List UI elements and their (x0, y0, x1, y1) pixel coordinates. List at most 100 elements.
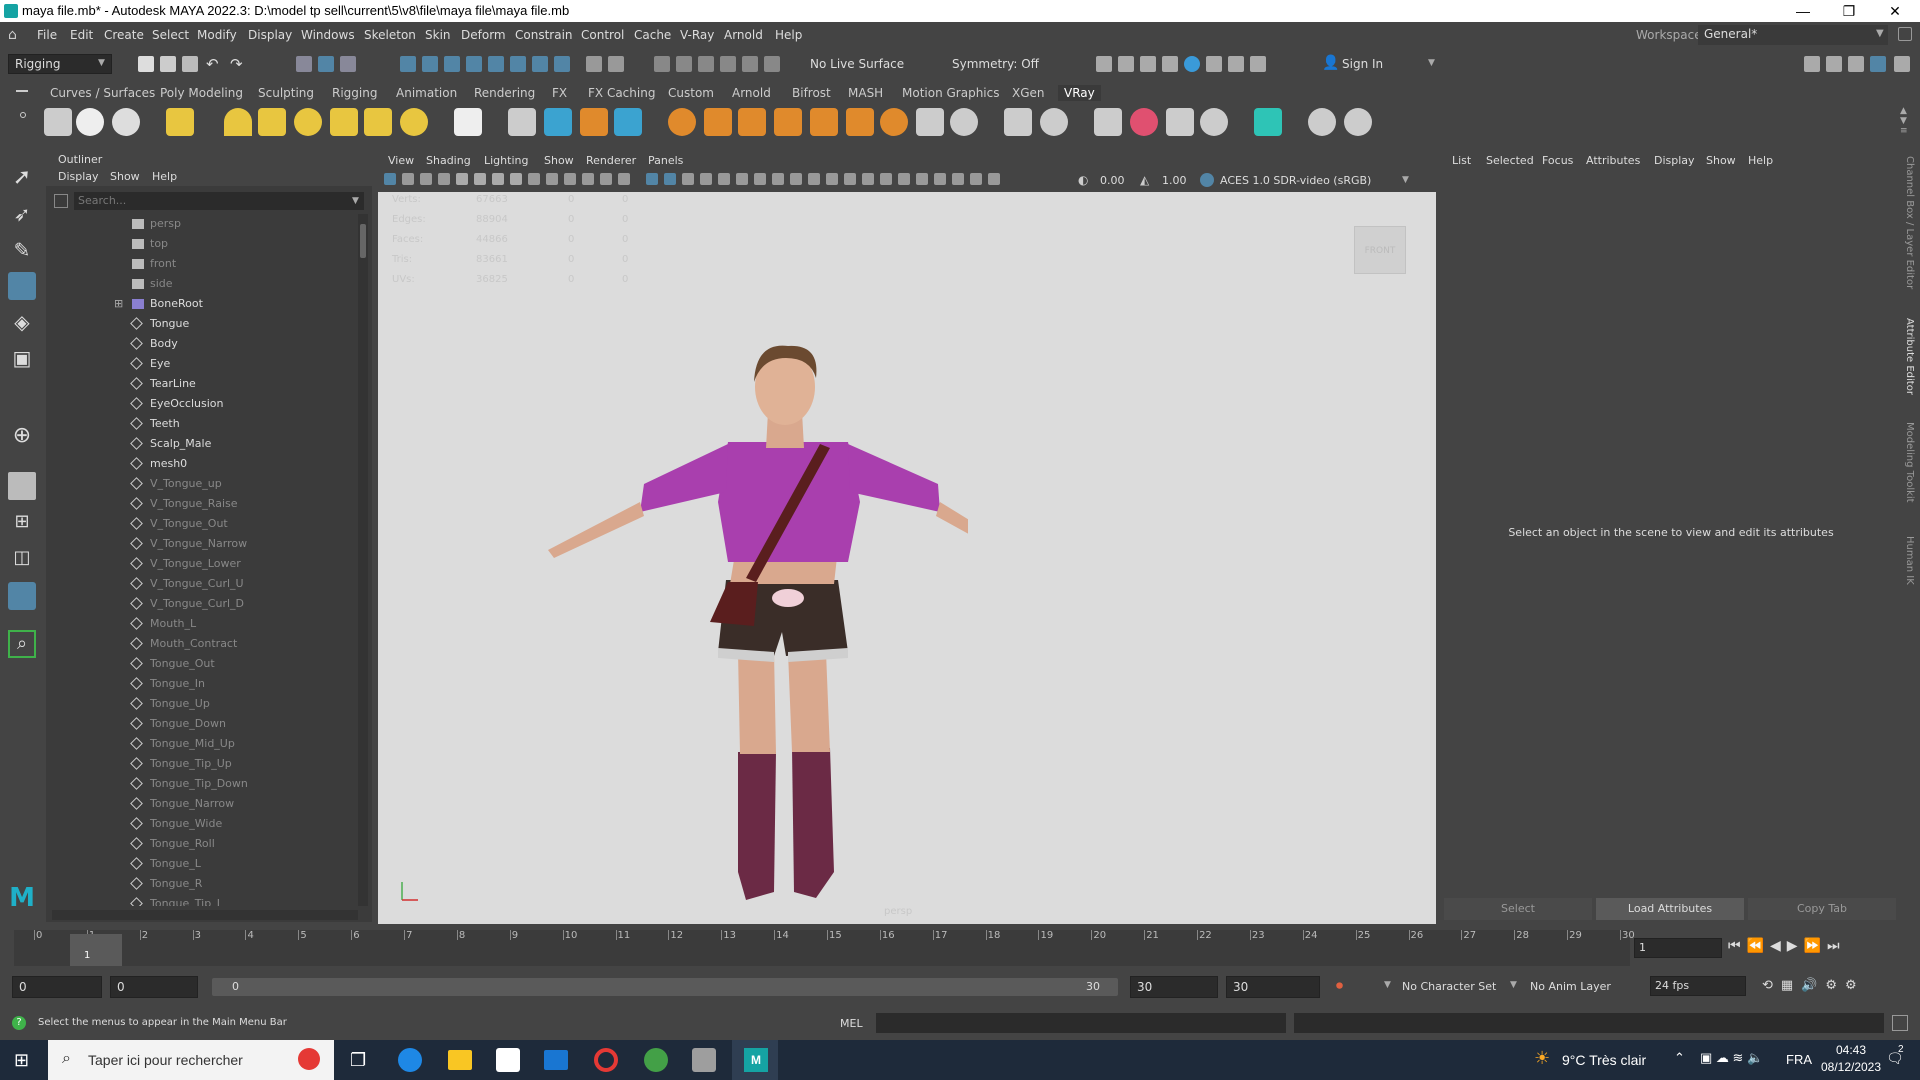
viewport-tool-icon[interactable] (754, 173, 766, 185)
viewport-tool-icon[interactable] (528, 173, 540, 185)
outliner-item[interactable]: V_Tongue_up (46, 474, 346, 494)
snap-point-icon[interactable] (444, 56, 460, 72)
tab-xgen[interactable]: XGen (1010, 86, 1047, 100)
viewport-tool-icon[interactable] (646, 173, 658, 185)
gamma-value[interactable]: 1.00 (1162, 174, 1187, 187)
time-slider[interactable]: 0123456789101112131415161718192021222324… (0, 930, 1920, 970)
viewport-tool-icon[interactable] (934, 173, 946, 185)
viewport-tool-icon[interactable] (772, 173, 784, 185)
vray-scatter-icon[interactable] (774, 108, 802, 136)
vray-pie-icon[interactable] (880, 108, 908, 136)
make-live-icon[interactable] (510, 56, 526, 72)
snap-curve-icon[interactable] (422, 56, 438, 72)
vray-ipr-icon[interactable] (112, 108, 140, 136)
tab-motion-graphics[interactable]: Motion Graphics (900, 86, 1002, 100)
outliner-item[interactable]: Tongue_Mid_Up (46, 734, 346, 754)
task-view-icon[interactable]: ❐ (350, 1050, 366, 1071)
expand-icon[interactable]: ⊞ (114, 294, 123, 314)
snap-grid-icon[interactable] (400, 56, 416, 72)
workspace-dropdown[interactable]: General* (1698, 25, 1888, 45)
outliner-item[interactable]: side (46, 274, 346, 294)
viewport-tool-icon[interactable] (420, 173, 432, 185)
auto-key-icon[interactable]: ⏺ (1336, 978, 1343, 994)
vray-tool-icon[interactable] (916, 108, 944, 136)
store-icon[interactable] (496, 1048, 520, 1072)
menu-control[interactable]: Control (581, 28, 624, 42)
pause-icon[interactable] (1250, 56, 1266, 72)
vray-dome-light-icon[interactable] (224, 108, 252, 136)
menu-cache[interactable]: Cache (634, 28, 671, 42)
tab-fx-caching[interactable]: FX Caching (586, 86, 657, 100)
menu-select[interactable]: Select (152, 28, 189, 42)
outliner-item[interactable]: top (46, 234, 346, 254)
tray-icons[interactable]: ▣ ☁ ≋ 🔈 (1700, 1050, 1763, 1066)
modeling-toolkit-icon[interactable] (1804, 56, 1820, 72)
fps-dropdown[interactable]: 24 fps (1650, 976, 1746, 996)
viewport-tool-icon[interactable] (790, 173, 802, 185)
weather-text[interactable]: 9°C Très clair (1562, 1052, 1646, 1068)
menu-skeleton[interactable]: Skeleton (364, 28, 416, 42)
vray-render-icon[interactable] (1184, 56, 1200, 72)
outliner-item[interactable]: Tongue_Out (46, 654, 346, 674)
home-icon[interactable]: ⌂ (8, 28, 22, 42)
viewport-tool-icon[interactable] (988, 173, 1000, 185)
tab-modeling-toolkit[interactable]: Modeling Toolkit (1904, 422, 1915, 503)
outliner-item[interactable]: V_Tongue_Out (46, 514, 346, 534)
render-settings-2-icon[interactable] (1162, 56, 1178, 72)
workspace-lock-icon[interactable] (1898, 27, 1912, 41)
viewport-tool-icon[interactable] (474, 173, 486, 185)
tab-fx[interactable]: FX (550, 86, 569, 100)
attribute-editor-icon[interactable] (1826, 56, 1842, 72)
range-slider[interactable]: 0 30 (212, 978, 1118, 996)
shelf-menu-icon[interactable] (16, 90, 28, 92)
outliner-item[interactable]: Tongue_R (46, 874, 346, 894)
viewport-tool-icon[interactable] (682, 173, 694, 185)
playback-end-field[interactable]: 30 (1130, 976, 1218, 998)
vray-gear-icon[interactable] (950, 108, 978, 136)
rotate-tool-icon[interactable]: ◈ (8, 308, 36, 336)
symmetry-dropdown[interactable]: Symmetry: Off (952, 57, 1039, 71)
render-settings-icon[interactable] (720, 56, 736, 72)
vray-fb-icon[interactable] (1228, 56, 1244, 72)
select-hierarchy-icon[interactable] (296, 56, 312, 72)
side-by-side-icon[interactable]: ◫ (8, 544, 36, 572)
tab-animation[interactable]: Animation (394, 86, 459, 100)
menu-vray[interactable]: V-Ray (680, 28, 714, 42)
vray-bricks-icon[interactable] (846, 108, 874, 136)
outliner-item[interactable]: persp (46, 214, 346, 234)
view-cube[interactable]: FRONT (1354, 226, 1406, 274)
move-tool-icon[interactable] (8, 272, 36, 300)
vray-spheres-icon[interactable] (1040, 108, 1068, 136)
mail-icon[interactable] (544, 1050, 568, 1070)
redo-icon[interactable]: ↷ (230, 55, 243, 73)
outliner-item[interactable]: front (46, 254, 346, 274)
four-view-icon[interactable]: ⊞ (8, 508, 36, 536)
outliner-item[interactable]: Mouth_Contract (46, 634, 346, 654)
menu-windows[interactable]: Windows (301, 28, 355, 42)
vray-color-icon[interactable] (1130, 108, 1158, 136)
vray-leaf-icon[interactable] (1094, 108, 1122, 136)
language-indicator[interactable]: FRA (1786, 1052, 1812, 1067)
playback-options-icons[interactable]: ⟲▦🔊⚙⚙ (1762, 978, 1865, 993)
outliner-item[interactable]: Tongue_Narrow (46, 794, 346, 814)
close-button[interactable]: ✕ (1872, 0, 1918, 22)
tab-attribute-editor[interactable]: Attribute Editor (1904, 318, 1915, 395)
outliner-item[interactable]: Tongue_Roll (46, 834, 346, 854)
opera-icon[interactable] (594, 1048, 618, 1072)
vray-grass-icon[interactable] (738, 108, 766, 136)
character-model[interactable] (548, 212, 968, 912)
viewport-tool-icon[interactable] (880, 173, 892, 185)
vray-scene-icon[interactable] (544, 108, 572, 136)
ae-menu-help[interactable]: Help (1748, 154, 1773, 167)
viewport-menu-show[interactable]: Show (544, 154, 574, 167)
current-frame-marker[interactable]: 1 (70, 934, 122, 966)
tray-chevron-icon[interactable]: ⌃ (1674, 1050, 1685, 1066)
vray-layout-icon[interactable] (1254, 108, 1282, 136)
outliner-filter-icon[interactable] (54, 194, 68, 208)
ae-menu-attributes[interactable]: Attributes (1586, 154, 1640, 167)
vray-render-settings-icon[interactable] (44, 108, 72, 136)
snap-projected-icon[interactable] (466, 56, 482, 72)
channel-box-icon[interactable] (1870, 56, 1886, 72)
viewport-tool-icon[interactable] (664, 173, 676, 185)
vray-grid-icon[interactable] (810, 108, 838, 136)
